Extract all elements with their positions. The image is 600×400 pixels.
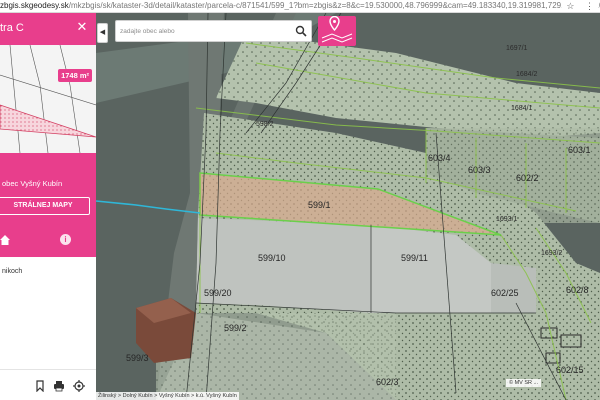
location-text: obec Vyšný Kubín	[2, 179, 63, 188]
parcel-info-panel: obec Vyšný Kubín STRÁLNEJ MAPY i	[0, 153, 96, 257]
cadastral-map[interactable]: 599/1 599/10 599/11 599/20 599/2 599/3 6…	[96, 13, 600, 400]
parcel-label-603-1: 603/1	[568, 145, 591, 155]
search-icon[interactable]	[295, 25, 307, 37]
sidebar-footer	[0, 369, 96, 400]
parcel-label-1684-2: 1684/2	[516, 71, 538, 78]
parcel-label-602-8: 602/8	[566, 285, 589, 295]
home-icon[interactable]	[0, 235, 10, 245]
sidebar-title: tra C	[0, 22, 24, 34]
parcel-label-603-4: 603/4	[428, 153, 451, 163]
parcel-thumbnail-map[interactable]: 1748 m²	[0, 45, 96, 154]
list-item-text[interactable]: nikoch	[2, 268, 22, 275]
parcel-label-599-11: 599/11	[401, 253, 428, 263]
parcel-label-599-10: 599/10	[258, 253, 286, 263]
open-in-map-button[interactable]: STRÁLNEJ MAPY	[0, 197, 90, 215]
bookmark-icon[interactable]	[34, 380, 46, 392]
browser-toolbar-icons[interactable]: ☆ ⋮	[562, 0, 598, 12]
parcel-label-599-20: 599/20	[204, 288, 232, 298]
search-box	[115, 20, 312, 42]
browser-address-bar[interactable]: zbgis.skgeodesy.sk/mkzbgis/sk/kataster-3…	[0, 0, 600, 13]
copyright-attribution: © MV SR ...	[506, 379, 542, 387]
parcel-label-599-1: 599/1	[308, 200, 331, 210]
url-domain: zbgis.skgeodesy.sk	[0, 1, 69, 10]
info-icon[interactable]: i	[60, 234, 71, 245]
area-badge: 1748 m²	[58, 69, 92, 82]
parcel-label-602-15: 602/15	[556, 365, 584, 375]
search-input[interactable]	[120, 24, 288, 38]
parcel-label-599-2: 599/2	[224, 323, 247, 333]
sidebar-list: nikoch	[0, 257, 96, 357]
locate-icon[interactable]	[73, 380, 85, 392]
parcel-label-603-3: 603/3	[468, 165, 491, 175]
collapse-sidebar-button[interactable]: ◀	[97, 23, 108, 43]
parcel-label-602-3: 602/3	[376, 377, 399, 387]
print-icon[interactable]	[53, 380, 65, 392]
panel-icon-row: i	[0, 227, 96, 255]
parcel-label-1693-2: 1693/2	[541, 250, 563, 257]
parcel-sidebar: tra C ✕ 1748 m² obec Vyšný Kubín STRÁLNE…	[0, 13, 96, 400]
sidebar-header: tra C ✕	[0, 13, 96, 45]
map-pin-button[interactable]	[318, 15, 356, 46]
close-icon[interactable]: ✕	[74, 19, 90, 35]
parcel-label-599-3: 599/3	[126, 353, 149, 363]
parcel-label-1693-1: 1693/1	[496, 216, 518, 223]
parcel-label-1684-1: 1684/1	[511, 105, 533, 112]
breadcrumb-attribution: Žilinský > Dolný Kubín > Vyšný Kubín > k…	[96, 392, 239, 400]
parcel-label-598-2: 598/2	[256, 121, 274, 128]
parcel-label-602-2: 602/2	[516, 173, 539, 183]
parcel-label-1697-1: 1697/1	[506, 45, 528, 52]
url-path: /mkzbgis/sk/kataster-3d/detail/kataster/…	[68, 1, 600, 10]
parcel-label-602-25: 602/25	[491, 288, 519, 298]
map-pin-icon	[321, 15, 353, 43]
